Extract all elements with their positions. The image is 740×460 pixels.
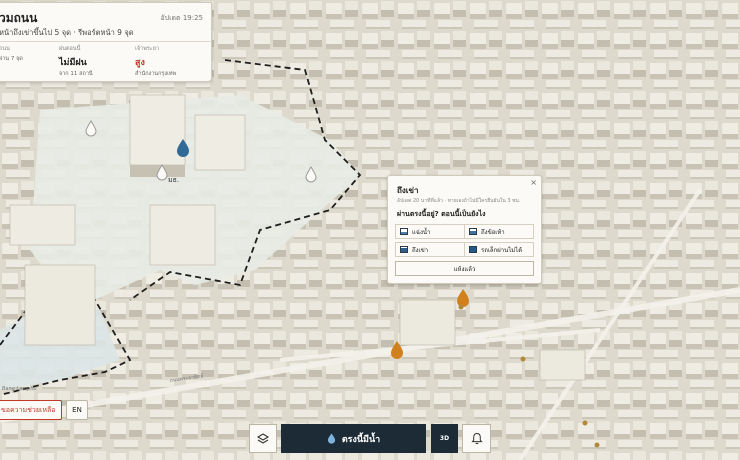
status-title: วมถนน xyxy=(0,11,38,25)
layers-button[interactable] xyxy=(249,424,277,453)
help-request-button[interactable]: ขอความช่วยเหลือ xyxy=(0,400,63,420)
stat-sub: ผ่าน 7 จุด xyxy=(0,56,23,62)
report-button-label: ตรงนี้มีน้ำ xyxy=(341,434,381,445)
option-label: ถึงเข่า xyxy=(412,246,429,254)
stat-value: สูง xyxy=(135,58,145,68)
popup-meta: อัปเดต 20 นาทีที่แล้ว · หายเองถ้าไม่มีใค… xyxy=(397,198,521,204)
report-popup: ถึงเข่า × อัปเดต 20 นาทีที่แล้ว · หายเอง… xyxy=(387,175,542,284)
stat-sub: จาก 11 สถานี xyxy=(59,71,93,77)
water-level-impassable-icon xyxy=(469,246,477,253)
option-puddle-button[interactable]: แฉ่งน้ำ xyxy=(395,224,465,239)
stat-label: เจ้าพระยา xyxy=(135,46,160,52)
option-ankle-button[interactable]: ถึงข้อเท้า xyxy=(464,224,534,239)
popup-title: ถึงเข่า xyxy=(397,186,419,195)
stat-label: ฝนตอนนี้ xyxy=(59,46,81,52)
status-divider xyxy=(0,41,211,42)
report-dot[interactable] xyxy=(582,420,588,426)
stat-label: ถนน xyxy=(0,46,10,52)
option-label: ถึงข้อเท้า xyxy=(481,228,505,236)
water-level-ankle-icon xyxy=(469,228,477,235)
water-level-knee-icon xyxy=(400,246,408,253)
option-knee-button[interactable]: ถึงเข่า xyxy=(395,242,465,257)
bell-icon xyxy=(470,432,483,445)
flood-status-card: วมถนน อัปเดต 19:25 หน้าถึงเข่าขึ้นไป 5 จ… xyxy=(0,2,212,82)
option-label: รถเล็กผ่านไม่ได้ xyxy=(481,246,523,254)
popup-question: ผ่านตรงนี้อยู่? ตอนนี้เป็นยังไง xyxy=(397,210,486,218)
dried-up-button[interactable]: แห้งแล้ว xyxy=(395,261,534,276)
map-area-label: Bang Lamphu xyxy=(2,386,37,392)
language-toggle-button[interactable]: EN xyxy=(66,400,88,420)
stat-value: ไม่มีฝน xyxy=(59,58,87,68)
status-updated-time: อัปเดต 19:25 xyxy=(160,14,203,22)
report-dot[interactable] xyxy=(594,442,600,448)
close-icon[interactable]: × xyxy=(530,178,537,187)
option-label: แฉ่งน้ำ xyxy=(412,228,431,236)
report-dot[interactable] xyxy=(458,304,464,310)
status-summary: หน้าถึงเข่าขึ้นไป 5 จุด · รีพอร์ตหน้า 9 … xyxy=(0,28,134,37)
water-drop-icon xyxy=(327,433,335,444)
stat-roads: ถนน ผ่าน 7 จุด xyxy=(0,45,23,63)
three-d-toggle-button[interactable]: 3D xyxy=(431,424,458,453)
report-dot[interactable] xyxy=(520,356,526,362)
stat-river: เจ้าพระยา สูง สำนักงานกรุงเทพ xyxy=(135,45,176,78)
map-place-label: มธ. xyxy=(168,176,179,184)
report-water-button[interactable]: ตรงนี้มีน้ำ xyxy=(281,424,426,453)
stat-sub: สำนักงานกรุงเทพ xyxy=(135,71,177,77)
stat-rain: ฝนตอนนี้ ไม่มีฝน จาก 11 สถานี xyxy=(59,45,93,78)
water-level-low-icon xyxy=(400,228,408,235)
option-impassable-button[interactable]: รถเล็กผ่านไม่ได้ xyxy=(464,242,534,257)
notifications-button[interactable] xyxy=(462,424,491,453)
layers-icon xyxy=(256,432,270,444)
